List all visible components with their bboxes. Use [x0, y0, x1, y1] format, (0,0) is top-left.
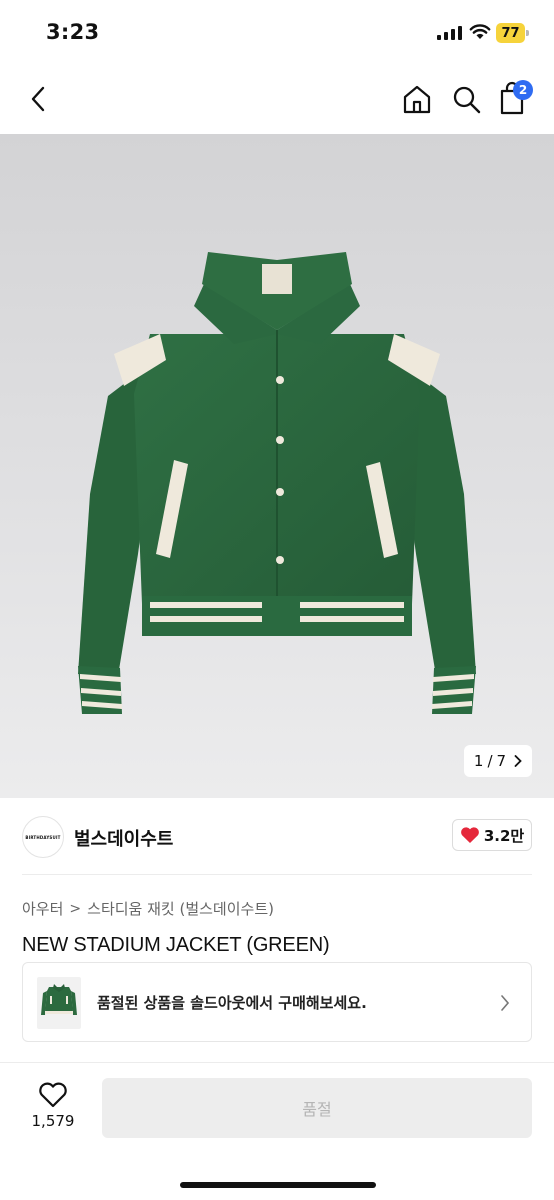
- product-title: NEW STADIUM JACKET (GREEN): [22, 934, 330, 956]
- brand-like-count: 3.2만: [483, 826, 525, 845]
- wish-count: 1,579: [31, 1112, 75, 1130]
- chevron-right-icon: [514, 755, 522, 767]
- home-indicator: [180, 1182, 376, 1188]
- heart-filled-icon: [460, 827, 479, 843]
- breadcrumb-subcategory[interactable]: 스타디움 재킷 (벌스데이수트): [87, 898, 274, 919]
- brand-like-button[interactable]: 3.2만: [452, 819, 532, 851]
- jacket-image: [78, 252, 476, 714]
- wifi-icon: [469, 24, 491, 39]
- image-counter-separator: /: [487, 752, 493, 770]
- divider: [22, 874, 532, 875]
- status-time: 3:23: [46, 20, 100, 44]
- image-counter-total: 7: [496, 752, 507, 770]
- soldout-thumbnail: [37, 977, 81, 1029]
- breadcrumb: 아우터 > 스타디움 재킷 (벌스데이수트): [22, 898, 274, 919]
- battery-level: 77: [496, 23, 525, 43]
- soldout-banner-text: 품절된 상품을 솔드아웃에서 구매해보세요.: [97, 994, 367, 1012]
- image-counter-current: 1: [473, 752, 484, 770]
- signal-icon: [437, 26, 462, 40]
- divider: [0, 1062, 554, 1063]
- heart-outline-icon[interactable]: [38, 1082, 68, 1108]
- soldout-banner[interactable]: 품절된 상품을 솔드아웃에서 구매해보세요.: [22, 962, 532, 1042]
- brand-logo[interactable]: BIRTHDAYSUIT: [22, 816, 64, 858]
- home-icon[interactable]: [401, 83, 433, 115]
- search-icon[interactable]: [450, 83, 482, 115]
- breadcrumb-category[interactable]: 아우터: [22, 898, 63, 919]
- battery-icon: 77: [496, 23, 530, 43]
- brand-name[interactable]: 벌스데이수트: [74, 825, 173, 851]
- cart-count-badge: 2: [513, 80, 533, 100]
- image-counter[interactable]: 1 / 7: [464, 745, 532, 777]
- back-button[interactable]: [24, 84, 54, 114]
- breadcrumb-separator: >: [69, 900, 82, 917]
- soldout-buy-button[interactable]: 품절: [102, 1078, 532, 1138]
- product-image[interactable]: [0, 134, 554, 798]
- chevron-right-icon: [501, 995, 510, 1011]
